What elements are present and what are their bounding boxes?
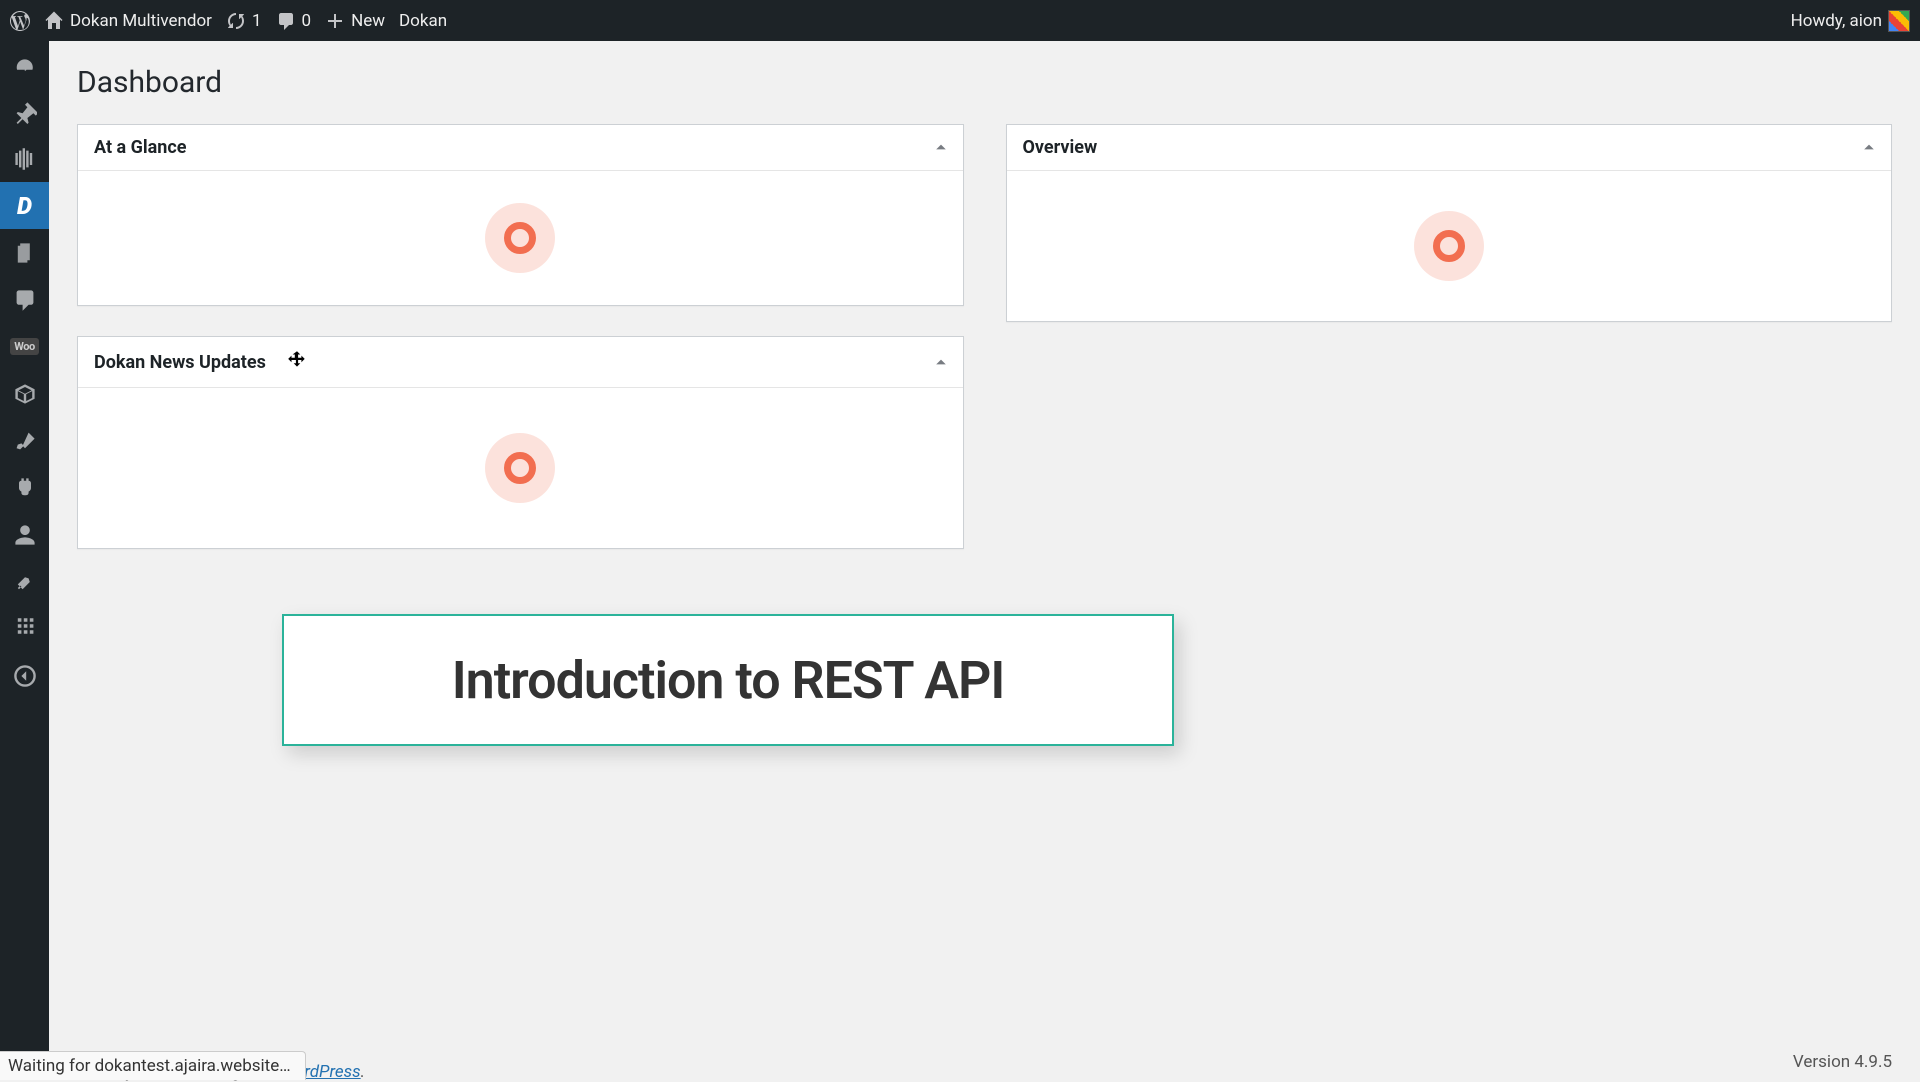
comments-link[interactable]: 0 bbox=[276, 11, 312, 31]
footer: Thank you for creating with WordPress. V… bbox=[77, 1052, 1892, 1072]
box-icon bbox=[13, 382, 37, 406]
sidebar-dokan[interactable]: D bbox=[0, 182, 49, 229]
sidebar-settings[interactable] bbox=[0, 605, 49, 652]
widget-title: Overview bbox=[1023, 137, 1098, 158]
site-home-link[interactable]: Dokan Multivendor bbox=[44, 11, 212, 31]
sidebar-appearance[interactable] bbox=[0, 417, 49, 464]
user-greeting[interactable]: Howdy, aion bbox=[1791, 10, 1910, 32]
wp-logo[interactable] bbox=[10, 11, 30, 31]
comment-count: 0 bbox=[302, 11, 312, 31]
callout-text: Introduction to REST API bbox=[452, 650, 1005, 711]
chevron-up-icon bbox=[935, 141, 947, 153]
widget-body bbox=[78, 388, 963, 548]
widget-header[interactable]: At a Glance bbox=[78, 125, 963, 171]
update-count: 1 bbox=[252, 11, 262, 31]
collapse-icon bbox=[13, 664, 37, 688]
sidebar-comments[interactable] bbox=[0, 276, 49, 323]
sidebar-plugins[interactable] bbox=[0, 464, 49, 511]
site-name: Dokan Multivendor bbox=[70, 11, 212, 31]
collapse-toggle[interactable] bbox=[1863, 138, 1875, 157]
widget-dokan-news: Dokan News Updates bbox=[77, 336, 964, 549]
home-icon bbox=[44, 11, 64, 31]
admin-bar-right: Howdy, aion bbox=[1791, 10, 1910, 32]
widget-header[interactable]: Dokan News Updates bbox=[78, 337, 963, 388]
loading-spinner bbox=[1414, 211, 1484, 281]
widget-overview: Overview bbox=[1006, 124, 1893, 322]
brush-icon bbox=[13, 429, 37, 453]
avatar bbox=[1888, 10, 1910, 32]
sidebar-pages[interactable] bbox=[0, 229, 49, 276]
sidebar-posts[interactable] bbox=[0, 88, 49, 135]
callout-box: Introduction to REST API bbox=[282, 614, 1174, 746]
comments-icon bbox=[13, 288, 37, 312]
widget-column-right: Overview bbox=[1006, 124, 1893, 549]
woo-icon: Woo bbox=[10, 338, 38, 355]
dokan-label: Dokan bbox=[399, 11, 447, 31]
browser-status-bar: Waiting for dokantest.ajaira.website… bbox=[0, 1051, 306, 1080]
wordpress-icon bbox=[10, 11, 30, 31]
main-content: Dashboard At a Glance Dok bbox=[49, 41, 1920, 1080]
sidebar-woocommerce[interactable]: Woo bbox=[0, 323, 49, 370]
spinner-inner bbox=[504, 452, 536, 484]
widget-column-left: At a Glance Dokan News Updates bbox=[77, 124, 964, 549]
sidebar-media[interactable] bbox=[0, 135, 49, 182]
move-icon bbox=[286, 349, 308, 371]
thankyou-suffix: . bbox=[361, 1062, 365, 1082]
settings-icon bbox=[13, 617, 37, 641]
widget-header[interactable]: Overview bbox=[1007, 125, 1892, 171]
plug-icon bbox=[13, 476, 37, 500]
pin-icon bbox=[13, 100, 37, 124]
sidebar-products[interactable] bbox=[0, 370, 49, 417]
widget-columns: At a Glance Dokan News Updates bbox=[77, 124, 1892, 549]
footer-version: Version 4.9.5 bbox=[1793, 1052, 1892, 1072]
move-handle[interactable] bbox=[286, 349, 308, 375]
spinner-inner bbox=[504, 222, 536, 254]
pages-icon bbox=[13, 241, 37, 265]
loading-spinner bbox=[485, 433, 555, 503]
dokan-d-icon: D bbox=[17, 192, 32, 220]
wrench-icon bbox=[13, 570, 37, 594]
new-link[interactable]: New bbox=[325, 11, 385, 31]
media-icon bbox=[13, 147, 37, 171]
greeting-text: Howdy, aion bbox=[1791, 11, 1882, 31]
sidebar-dashboard[interactable] bbox=[0, 41, 49, 88]
user-icon bbox=[13, 523, 37, 547]
admin-bar-left: Dokan Multivendor 1 0 New Dokan bbox=[10, 11, 447, 31]
widget-title: At a Glance bbox=[94, 137, 186, 158]
page-title: Dashboard bbox=[77, 65, 1892, 100]
updates-link[interactable]: 1 bbox=[226, 11, 262, 31]
sidebar-collapse[interactable] bbox=[0, 652, 49, 699]
admin-sidebar: D Woo bbox=[0, 41, 49, 1080]
plus-icon bbox=[325, 11, 345, 31]
widget-title: Dokan News Updates bbox=[94, 352, 266, 373]
new-label: New bbox=[351, 11, 385, 31]
collapse-toggle[interactable] bbox=[935, 138, 947, 157]
admin-bar: Dokan Multivendor 1 0 New Dokan Howdy, a… bbox=[0, 0, 1920, 41]
updates-icon bbox=[226, 11, 246, 31]
sidebar-tools[interactable] bbox=[0, 558, 49, 605]
dashboard-icon bbox=[13, 53, 37, 77]
collapse-toggle[interactable] bbox=[935, 353, 947, 372]
widget-at-a-glance: At a Glance bbox=[77, 124, 964, 306]
widget-body bbox=[1007, 171, 1892, 321]
sidebar-users[interactable] bbox=[0, 511, 49, 558]
chevron-up-icon bbox=[935, 356, 947, 368]
spinner-inner bbox=[1433, 230, 1465, 262]
dokan-link[interactable]: Dokan bbox=[399, 11, 447, 31]
loading-spinner bbox=[485, 203, 555, 273]
comment-icon bbox=[276, 11, 296, 31]
widget-body bbox=[78, 171, 963, 305]
chevron-up-icon bbox=[1863, 141, 1875, 153]
